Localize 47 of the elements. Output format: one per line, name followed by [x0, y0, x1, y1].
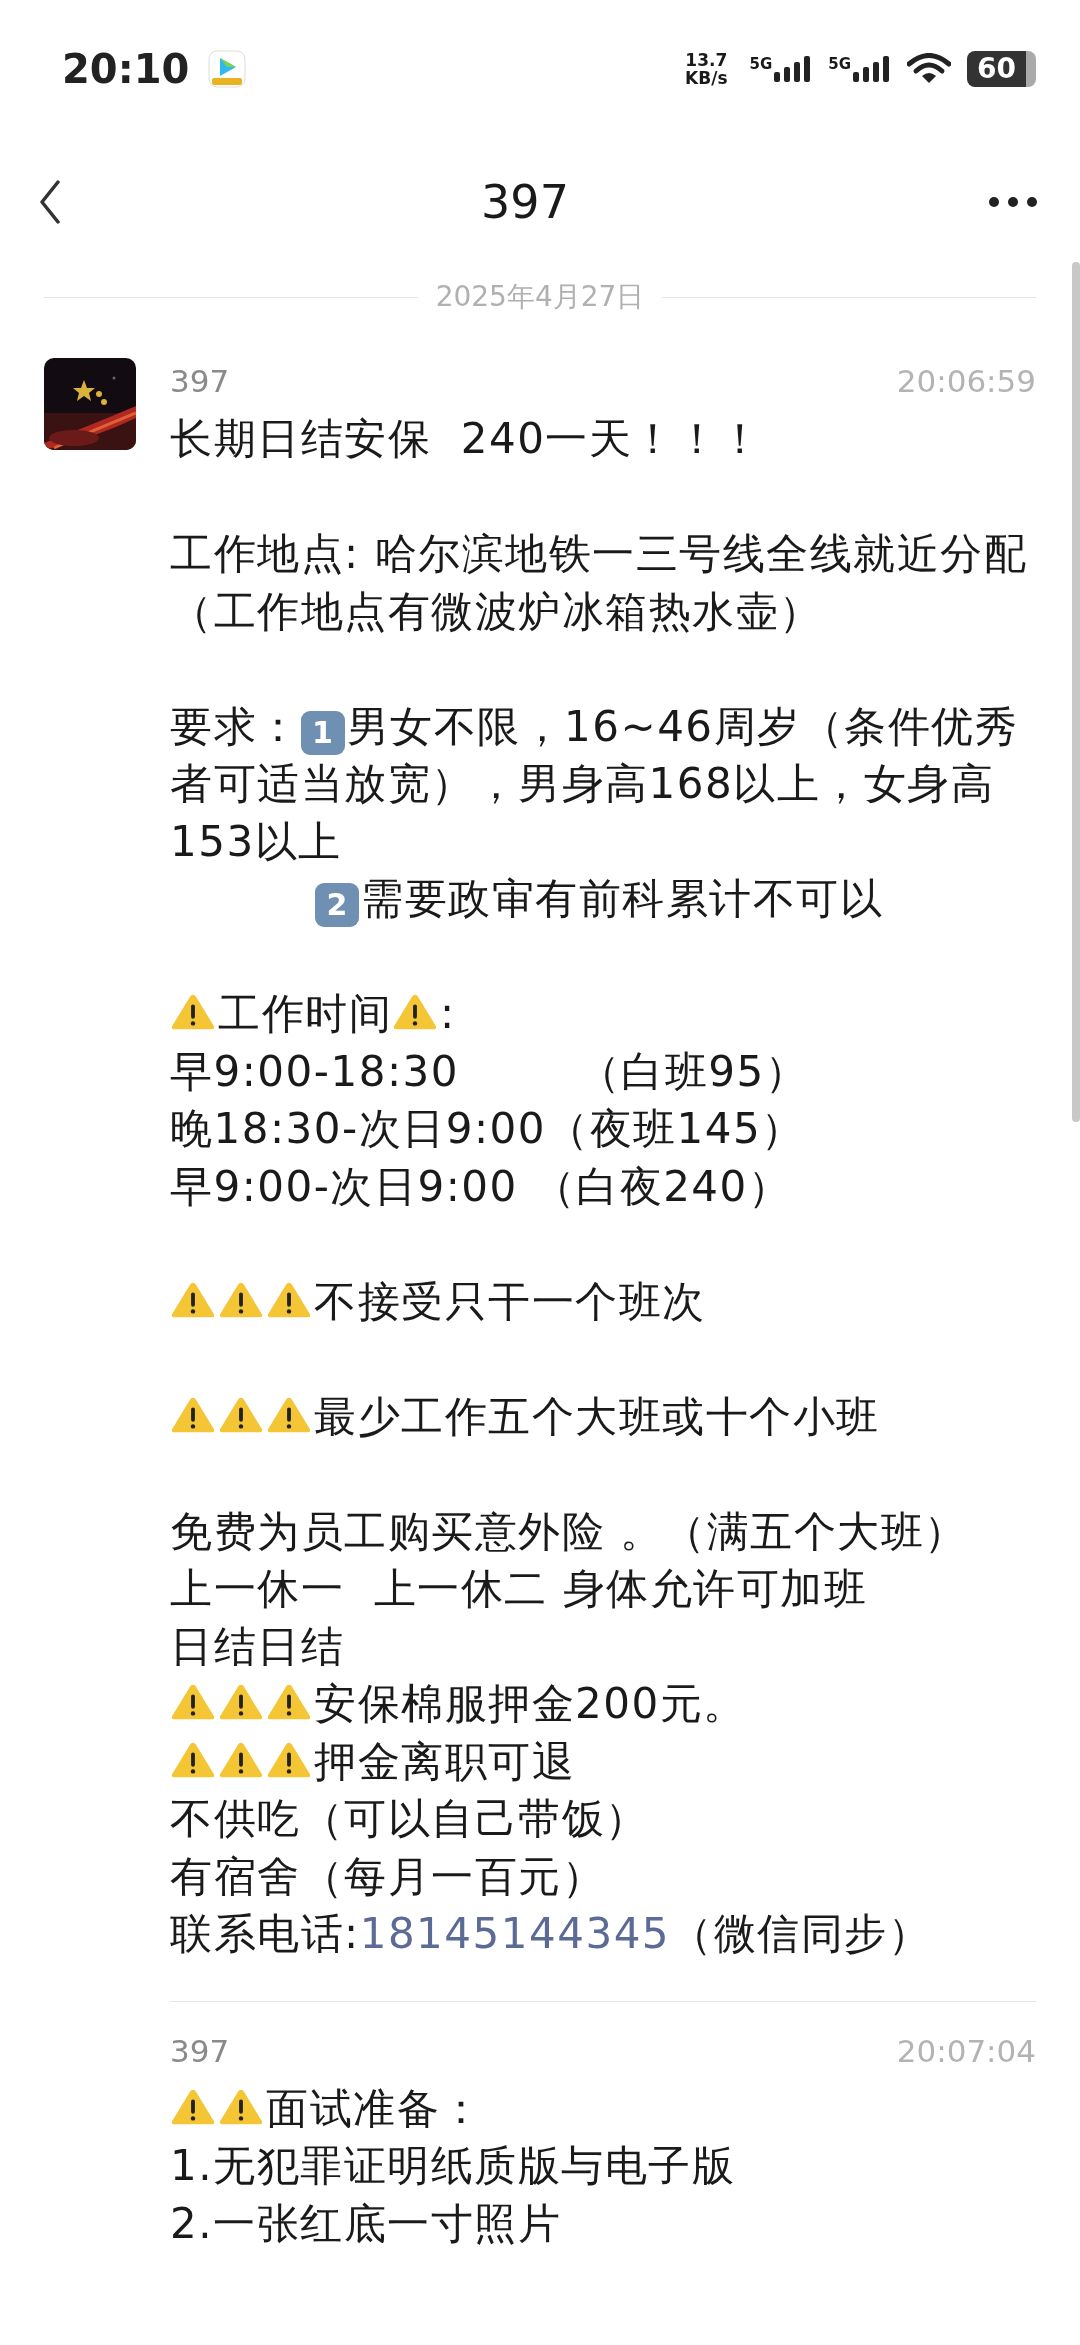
back-icon[interactable]: [38, 180, 62, 224]
warning-icon: [170, 992, 216, 1032]
message-text: 工作地点: 哈尔滨地铁一三号线全线就近分配（工作地点有微波炉冰箱热水壶）: [170, 528, 1028, 638]
network-type: 5G: [828, 56, 852, 72]
network-type: 5G: [749, 56, 773, 72]
message-text: 早9:00-次日9:00 （白夜240）: [170, 1160, 793, 1213]
message-time: 20:07:04: [896, 2031, 1036, 2071]
warning-icon: [218, 1682, 264, 1722]
battery-indicator: 60: [967, 51, 1036, 87]
message-text: 晚18:30-次日9:00（夜班145）: [170, 1103, 806, 1155]
message-text: 押金离职可退: [314, 1736, 575, 1786]
message-text: 日结日结: [170, 1620, 345, 1673]
message-text: 早9:00-18:30 （白班95）: [170, 1045, 810, 1098]
message-text: 免费为员工购买意外险 。（满五个大班）: [170, 1505, 969, 1558]
message-text: 1.无犯罪证明纸质版与电子版: [170, 2140, 737, 2192]
message-text: （微信同步）: [670, 1909, 932, 1958]
message-text: 联系电话:: [170, 1909, 360, 1958]
chat-title: 397: [481, 175, 569, 229]
message-text: 工作时间: [218, 989, 392, 1038]
status-time: 20:10: [62, 46, 190, 92]
message-time: 20:06:59: [896, 362, 1036, 401]
message-text: 2.一张红底一寸照片: [170, 2197, 563, 2250]
message-text: 上一休一 上一休二 身体允许可加班: [170, 1563, 869, 1615]
message-text: :: [440, 989, 456, 1038]
message-text: 长期日结安保 240一天！！！: [170, 413, 764, 465]
wifi-icon: [907, 53, 952, 85]
warning-icon: [392, 992, 438, 1032]
message-text: 安保棉服押金200元。: [314, 1679, 747, 1728]
video-app-icon: [207, 49, 248, 89]
network-speed: 13.7 KB/s: [685, 51, 728, 87]
sender-name: 397: [170, 362, 230, 401]
warning-icon: [266, 1682, 312, 1722]
signal-icon: [774, 56, 811, 82]
scrollbar[interactable]: [1072, 262, 1080, 1122]
message-text: 不供吃（可以自己带饭）: [170, 1793, 650, 1845]
phone-link[interactable]: 18145144345: [359, 1909, 671, 1958]
sender-name: 397: [170, 2031, 230, 2071]
message-text: 有宿舍（每月一百元）: [170, 1850, 606, 1903]
message-text: 2 需要政审有前科累计不可以: [315, 870, 1036, 928]
message-text: 不接受只干一个班次: [314, 1276, 706, 1326]
signal-icon: [853, 56, 890, 82]
more-icon[interactable]: [988, 196, 1038, 208]
message-text: 要求： 1 男女不限，16~46周岁（条件优秀者可适当放宽），男身高168以上，女身高153以上: [170, 700, 1020, 868]
warning-icon: [170, 1682, 216, 1722]
date-divider: 2025年4月27日: [435, 279, 645, 315]
message-text: 最少工作五个大班或十个小班: [314, 1391, 880, 1441]
message-text: 面试准备：: [266, 2083, 484, 2133]
